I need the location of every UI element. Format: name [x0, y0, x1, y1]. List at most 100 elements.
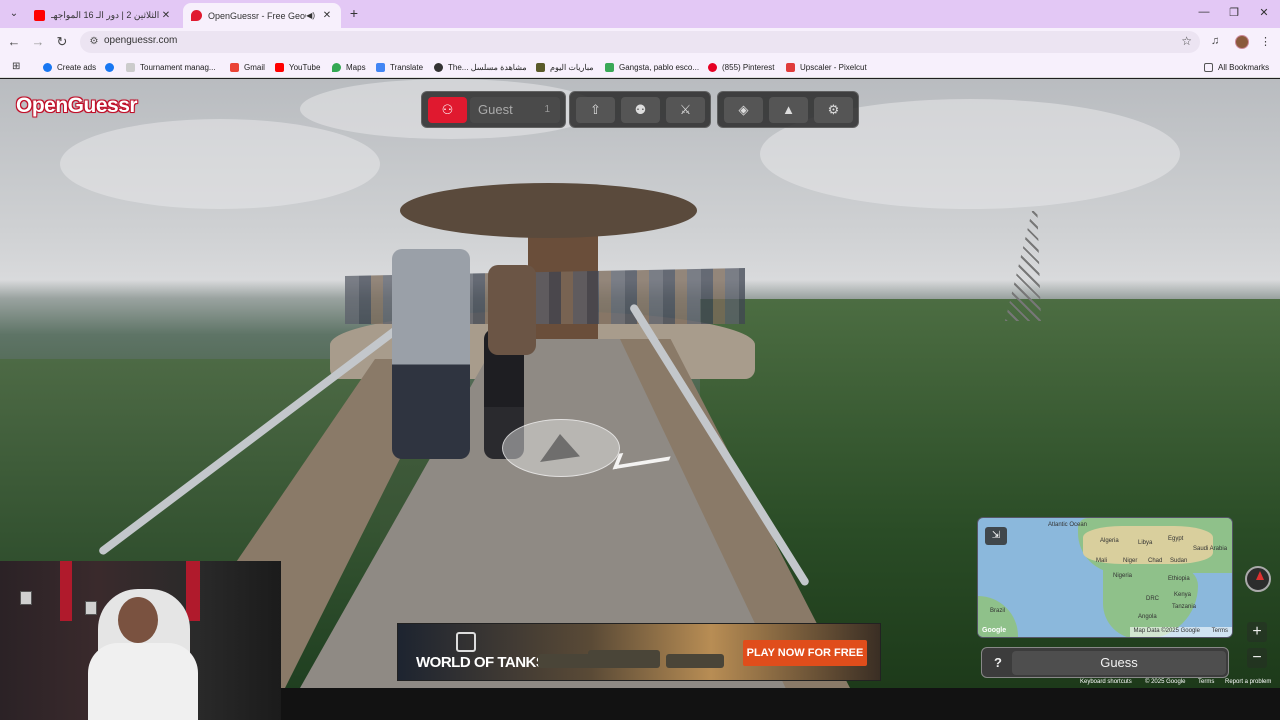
youtube-icon: [275, 62, 284, 72]
bookmark-item[interactable]: YouTube: [275, 60, 320, 74]
map-label: Nigeria: [1113, 573, 1133, 579]
gear-icon: ⚙: [827, 102, 840, 117]
player-group: ⚇ Guest 1: [421, 91, 566, 128]
tab-title: OpenGuessr - Free GeoGue: [208, 10, 306, 21]
translate-icon: [376, 62, 385, 72]
site-info-icon[interactable]: ⚙: [87, 35, 101, 49]
map-label: Sudan: [1170, 558, 1188, 564]
forward-button[interactable]: →: [30, 34, 46, 50]
pixelcut-icon: [786, 62, 795, 72]
map-attribution: Map Data ©2025 Google Terms: [1129, 627, 1232, 637]
map-resize-button[interactable]: ⇲: [985, 527, 1007, 545]
education-button[interactable]: ▲: [769, 97, 808, 123]
tourist: [488, 265, 536, 355]
facebook-icon: [105, 62, 114, 72]
bookmark-star-icon[interactable]: ☆: [1181, 34, 1192, 48]
bookmark-item[interactable]: Maps: [332, 60, 366, 74]
user-plus-icon: ⚇: [441, 102, 454, 117]
tournament-icon: [126, 62, 135, 72]
facebook-icon: [43, 62, 52, 72]
media-controls-icon[interactable]: ♫: [1211, 35, 1219, 47]
folder-icon: [1204, 62, 1213, 72]
webcam-overlay: [0, 561, 281, 720]
ad-banner[interactable]: WORLD OF TANKS PLAY NOW FOR FREE: [397, 623, 881, 681]
back-button[interactable]: ←: [6, 34, 22, 50]
wall-light: [60, 561, 72, 621]
zoom-in-button[interactable]: +: [1247, 622, 1267, 642]
group-icon: ⚉: [634, 102, 647, 117]
maps-pin-icon: [332, 62, 341, 72]
play-now-button[interactable]: PLAY NOW FOR FREE: [743, 640, 867, 666]
tank-icon: [588, 650, 660, 668]
multiplayer-button[interactable]: ⇧: [576, 97, 615, 123]
bookmark-item[interactable]: Gangsta, pablo esco...: [605, 60, 699, 74]
map-label: Algeria: [1100, 538, 1119, 544]
tab-youtube[interactable]: تحدي الثلاثين 2 | دور الـ 16 المواجهـ ✕: [26, 3, 180, 28]
layers-icon: ◈: [738, 102, 749, 117]
close-window-button[interactable]: ✕: [1254, 6, 1274, 19]
bookmark-item[interactable]: Translate: [376, 60, 423, 74]
map-label: Saudi Arabia: [1193, 546, 1228, 552]
map-label: Brazil: [990, 608, 1006, 614]
map-label: Tanzania: [1172, 604, 1197, 610]
map-label: Libya: [1138, 540, 1153, 546]
tab-openguessr[interactable]: OpenGuessr - Free GeoGue ◀) ✕: [183, 3, 341, 28]
maps-layers-button[interactable]: ◈: [724, 97, 763, 123]
bookmark-item[interactable]: Create ads: [43, 60, 96, 74]
tab-title: تحدي الثلاثين 2 | دور الـ 16 المواجهـ: [51, 10, 160, 20]
cloud: [60, 119, 380, 209]
close-tab-icon[interactable]: ✕: [321, 10, 333, 21]
browser-tab-bar: ⌄ تحدي الثلاثين 2 | دور الـ 16 المواجهـ …: [0, 0, 1280, 28]
map-label: Ethiopia: [1168, 576, 1190, 582]
bookmark-icon: [605, 62, 614, 72]
guess-button[interactable]: Guess: [1012, 651, 1226, 675]
menu-kebab-icon[interactable]: ⋮: [1260, 35, 1271, 48]
map-label: Atlantic Ocean: [1048, 522, 1088, 528]
bookmark-item[interactable]: [105, 60, 119, 74]
zoom-out-button[interactable]: −: [1247, 648, 1267, 668]
bookmark-item[interactable]: مباريات اليوم: [536, 60, 594, 74]
profile-avatar[interactable]: [1235, 35, 1249, 49]
map-terms-link[interactable]: Terms: [1212, 628, 1228, 634]
settings-group: ◈ ▲ ⚙: [717, 91, 859, 128]
settings-button[interactable]: ⚙: [814, 97, 853, 123]
help-button[interactable]: ?: [986, 651, 1010, 675]
bookmark-item[interactable]: Tournament manag...: [126, 60, 216, 74]
tab-search-icon[interactable]: ⌄: [5, 5, 23, 23]
copyright-text: © 2025 Google: [1145, 679, 1186, 685]
bookmark-item[interactable]: Upscaler - Pixelcut: [786, 60, 867, 74]
bottom-strip: [281, 688, 1280, 720]
bookmark-item[interactable]: The... مشاهدة مسلسل: [434, 60, 527, 74]
battle-button[interactable]: ⚔: [666, 97, 705, 123]
guess-map[interactable]: Atlantic Ocean Algeria Libya Egypt Saudi…: [977, 517, 1233, 638]
speaker-icon[interactable]: ◀): [306, 11, 315, 20]
map-label: Chad: [1148, 558, 1163, 564]
openguessr-logo[interactable]: OpenGuessr: [16, 94, 138, 118]
all-bookmarks-button[interactable]: All Bookmarks: [1204, 60, 1269, 74]
streamer-body: [88, 643, 198, 720]
compass-icon[interactable]: [1245, 566, 1271, 592]
player-name-field[interactable]: Guest 1: [470, 97, 560, 123]
report-problem-link[interactable]: Report a problem: [1225, 679, 1271, 685]
restore-button[interactable]: ❐: [1224, 6, 1244, 19]
gmail-icon: [230, 62, 239, 72]
new-tab-button[interactable]: +: [346, 5, 362, 21]
mode-group: ⇧ ⚉ ⚔: [569, 91, 711, 128]
terms-link[interactable]: Terms: [1198, 679, 1214, 685]
map-label: Kenya: [1174, 592, 1192, 598]
platform-roof: [400, 183, 697, 238]
reload-button[interactable]: ↻: [54, 34, 70, 50]
apps-grid-icon[interactable]: ⊞: [12, 61, 20, 72]
bookmark-item[interactable]: (855) Pinterest: [708, 60, 774, 74]
account-button[interactable]: ⚇: [428, 97, 467, 123]
youtube-icon: [34, 10, 45, 21]
crossed-swords-icon: ⚔: [679, 102, 692, 117]
keyboard-shortcuts-link[interactable]: Keyboard shortcuts: [1080, 679, 1132, 685]
close-tab-icon[interactable]: ✕: [160, 10, 172, 21]
party-button[interactable]: ⚉: [621, 97, 660, 123]
address-bar[interactable]: ⚙ openguessr.com ☆: [80, 31, 1200, 53]
tourist: [392, 249, 470, 459]
pinterest-icon: [708, 62, 717, 72]
minimize-button[interactable]: —: [1194, 6, 1214, 18]
bookmark-item[interactable]: Gmail: [230, 60, 265, 74]
